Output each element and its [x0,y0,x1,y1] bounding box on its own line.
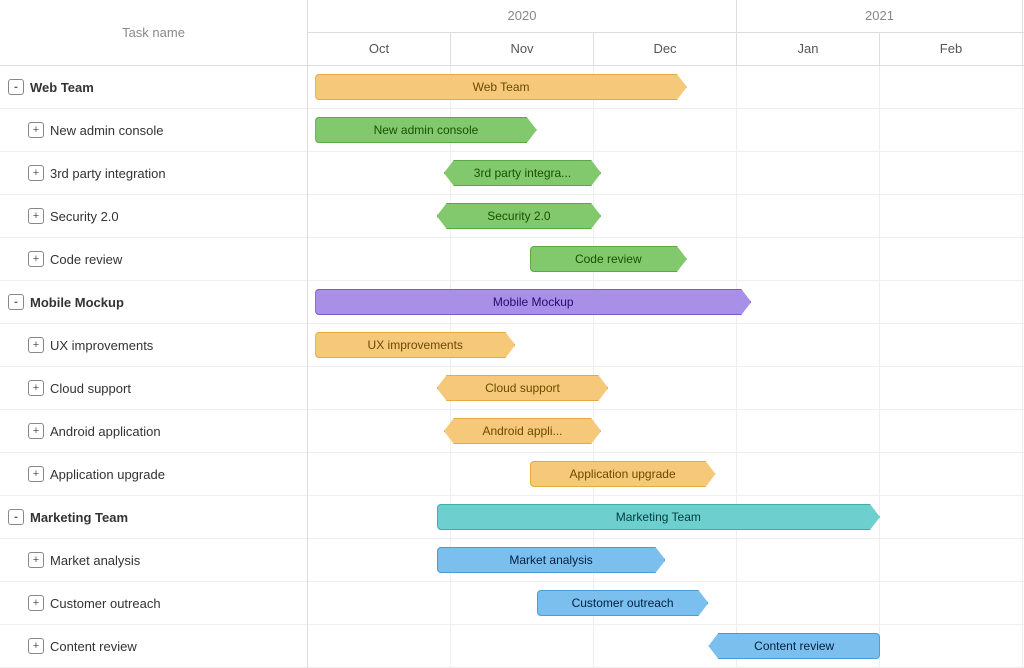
chart-row-mobile-mockup: Mobile Mockup [308,281,1024,324]
task-label-customer-outreach: Customer outreach [50,596,161,611]
chart-rows: Web Team New admin console 3rd party integ… [308,66,1024,668]
task-label-android-application: Android application [50,424,161,439]
task-row-market-analysis: + Market analysis [0,539,307,582]
task-label-application-upgrade: Application upgrade [50,467,165,482]
chart-row-application-upgrade: Application upgrade [308,453,1024,496]
bar-3rd-party-integration[interactable]: 3rd party integra... [444,160,601,186]
task-label-market-analysis: Market analysis [50,553,140,568]
bar-code-review[interactable]: Code review [530,246,687,272]
chart-row-cloud-support: Cloud support [308,367,1024,410]
task-row-cloud-support: + Cloud support [0,367,307,410]
bar-new-admin-console[interactable]: New admin console [315,117,537,143]
bar-customer-outreach[interactable]: Customer outreach [537,590,709,616]
expand-btn-android-application[interactable]: + [28,423,44,439]
task-row-android-application: + Android application [0,410,307,453]
chart-row-3rd-party-integration: 3rd party integra... [308,152,1024,195]
bar-security-2[interactable]: Security 2.0 [437,203,601,229]
chart-row-new-admin-console: New admin console [308,109,1024,152]
year-cell-2021: 2021 [737,0,1023,32]
task-row-application-upgrade: + Application upgrade [0,453,307,496]
month-row: OctNovDecJanFeb [308,33,1024,66]
year-cell-2020: 2020 [308,0,737,32]
task-list: Task name -Web Team+New admin console+3r… [0,0,308,668]
month-cell-Dec: Dec [594,33,737,66]
task-row-customer-outreach: + Customer outreach [0,582,307,625]
task-label-web-team: Web Team [30,80,94,95]
expand-btn-market-analysis[interactable]: + [28,552,44,568]
bar-application-upgrade[interactable]: Application upgrade [530,461,716,487]
chart-row-security-2: Security 2.0 [308,195,1024,238]
month-cell-Oct: Oct [308,33,451,66]
bar-market-analysis[interactable]: Market analysis [437,547,666,573]
year-row: 20202021 [308,0,1024,33]
chart-row-code-review: Code review [308,238,1024,281]
task-row-mobile-mockup: -Mobile Mockup [0,281,307,324]
month-cell-Jan: Jan [737,33,880,66]
task-row-marketing-team: -Marketing Team [0,496,307,539]
expand-btn-cloud-support[interactable]: + [28,380,44,396]
task-label-new-admin-console: New admin console [50,123,163,138]
expand-btn-content-review[interactable]: + [28,638,44,654]
bar-content-review[interactable]: Content review [708,633,880,659]
chart-row-customer-outreach: Customer outreach [308,582,1024,625]
chart-row-market-analysis: Market analysis [308,539,1024,582]
expand-btn-customer-outreach[interactable]: + [28,595,44,611]
task-label-marketing-team: Marketing Team [30,510,128,525]
task-row-content-review: + Content review [0,625,307,668]
chart-area: 20202021 OctNovDecJanFeb Web Team New adm… [308,0,1024,668]
expand-btn-security-2[interactable]: + [28,208,44,224]
bar-marketing-team[interactable]: Marketing Team [437,504,880,530]
chart-header: 20202021 OctNovDecJanFeb [308,0,1024,66]
expand-btn-application-upgrade[interactable]: + [28,466,44,482]
task-row-security-2: + Security 2.0 [0,195,307,238]
task-rows: -Web Team+New admin console+3rd party in… [0,66,307,668]
expand-btn-web-team[interactable]: - [8,79,24,95]
chart-row-android-application: Android appli... [308,410,1024,453]
expand-btn-code-review[interactable]: + [28,251,44,267]
task-row-web-team: -Web Team [0,66,307,109]
chart-row-marketing-team: Marketing Team [308,496,1024,539]
task-row-new-admin-console: + New admin console [0,109,307,152]
expand-btn-ux-improvements[interactable]: + [28,337,44,353]
task-label-cloud-support: Cloud support [50,381,131,396]
task-label-security-2: Security 2.0 [50,209,119,224]
expand-btn-3rd-party-integration[interactable]: + [28,165,44,181]
expand-btn-marketing-team[interactable]: - [8,509,24,525]
bar-android-application[interactable]: Android appli... [444,418,601,444]
task-header: Task name [0,0,307,66]
task-name-label: Task name [122,25,185,40]
bar-web-team[interactable]: Web Team [315,74,687,100]
task-label-ux-improvements: UX improvements [50,338,153,353]
bar-cloud-support[interactable]: Cloud support [437,375,609,401]
gantt-chart: Task name -Web Team+New admin console+3r… [0,0,1024,668]
chart-row-web-team: Web Team [308,66,1024,109]
expand-btn-mobile-mockup[interactable]: - [8,294,24,310]
task-row-ux-improvements: + UX improvements [0,324,307,367]
task-label-mobile-mockup: Mobile Mockup [30,295,124,310]
task-label-3rd-party-integration: 3rd party integration [50,166,166,181]
task-label-code-review: Code review [50,252,122,267]
expand-btn-new-admin-console[interactable]: + [28,122,44,138]
bar-ux-improvements[interactable]: UX improvements [315,332,515,358]
bar-mobile-mockup[interactable]: Mobile Mockup [315,289,751,315]
chart-row-content-review: Content review [308,625,1024,668]
chart-row-ux-improvements: UX improvements [308,324,1024,367]
month-cell-Nov: Nov [451,33,594,66]
task-label-content-review: Content review [50,639,137,654]
month-cell-Feb: Feb [880,33,1023,66]
task-row-code-review: + Code review [0,238,307,281]
task-row-3rd-party-integration: +3rd party integration [0,152,307,195]
